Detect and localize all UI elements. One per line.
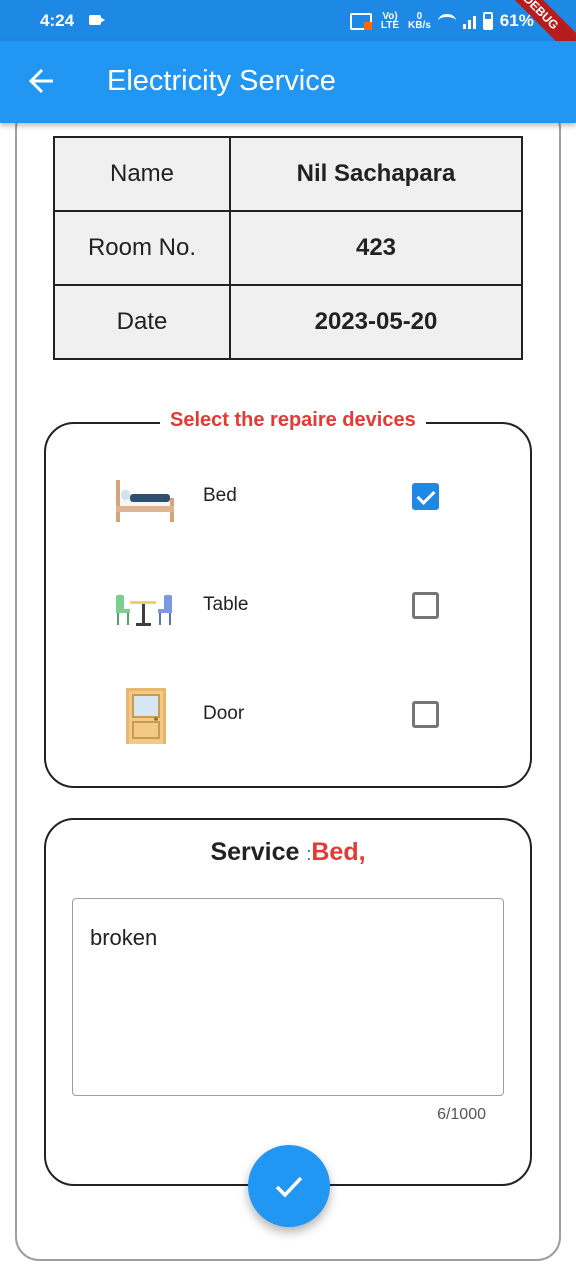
status-icons: Vo) LTE 0 KB/s 61% bbox=[350, 10, 534, 32]
door-checkbox[interactable] bbox=[412, 701, 439, 728]
service-value: Bed, bbox=[311, 838, 366, 866]
bed-checkbox[interactable] bbox=[412, 483, 439, 510]
cast-icon bbox=[350, 12, 372, 30]
service-description-input[interactable]: broken bbox=[72, 898, 504, 1096]
network-speed: 0 KB/s bbox=[408, 12, 431, 31]
submit-button[interactable] bbox=[248, 1145, 330, 1227]
name-value: Nil Sachapara bbox=[229, 136, 523, 212]
network-speed-unit: KB/s bbox=[408, 20, 431, 31]
table-row: Date 2023-05-20 bbox=[53, 284, 523, 360]
volte-indicator: Vo) LTE bbox=[380, 11, 400, 31]
device-row-door[interactable]: Door bbox=[44, 684, 532, 744]
service-heading: Service :Bed, bbox=[0, 838, 576, 867]
info-table: Name Nil Sachapara Room No. 423 Date 202… bbox=[53, 136, 523, 360]
service-label: Service bbox=[210, 838, 300, 866]
date-label: Date bbox=[53, 284, 231, 360]
device-label-door: Door bbox=[203, 703, 245, 724]
table-checkbox[interactable] bbox=[412, 592, 439, 619]
signal-icon bbox=[462, 13, 476, 29]
status-bar: 4:24 Vo) LTE 0 KB/s 61% bbox=[0, 0, 576, 41]
arrow-left-icon[interactable] bbox=[28, 66, 56, 96]
device-row-bed[interactable]: Bed bbox=[44, 466, 532, 526]
device-label-bed: Bed bbox=[203, 485, 237, 506]
battery-icon bbox=[482, 12, 493, 30]
status-time: 4:24 bbox=[40, 11, 75, 30]
page-title: Electricity Service bbox=[107, 65, 336, 97]
device-label-table: Table bbox=[203, 594, 249, 615]
name-label: Name bbox=[53, 136, 231, 212]
date-value: 2023-05-20 bbox=[229, 284, 523, 360]
device-row-table[interactable]: Table bbox=[44, 575, 532, 635]
character-counter: 6/1000 bbox=[437, 1106, 486, 1123]
check-icon bbox=[275, 1176, 303, 1198]
video-record-icon bbox=[89, 15, 105, 25]
app-bar: Electricity Service bbox=[0, 41, 576, 123]
device-selection-title: Select the repaire devices bbox=[160, 409, 426, 432]
table-row: Name Nil Sachapara bbox=[53, 136, 523, 212]
room-label: Room No. bbox=[53, 210, 231, 286]
bed-icon bbox=[116, 480, 174, 522]
wifi-icon bbox=[437, 14, 456, 28]
table-chairs-icon bbox=[116, 595, 172, 626]
door-icon bbox=[126, 688, 166, 744]
room-value: 423 bbox=[229, 210, 523, 286]
table-row: Room No. 423 bbox=[53, 210, 523, 286]
